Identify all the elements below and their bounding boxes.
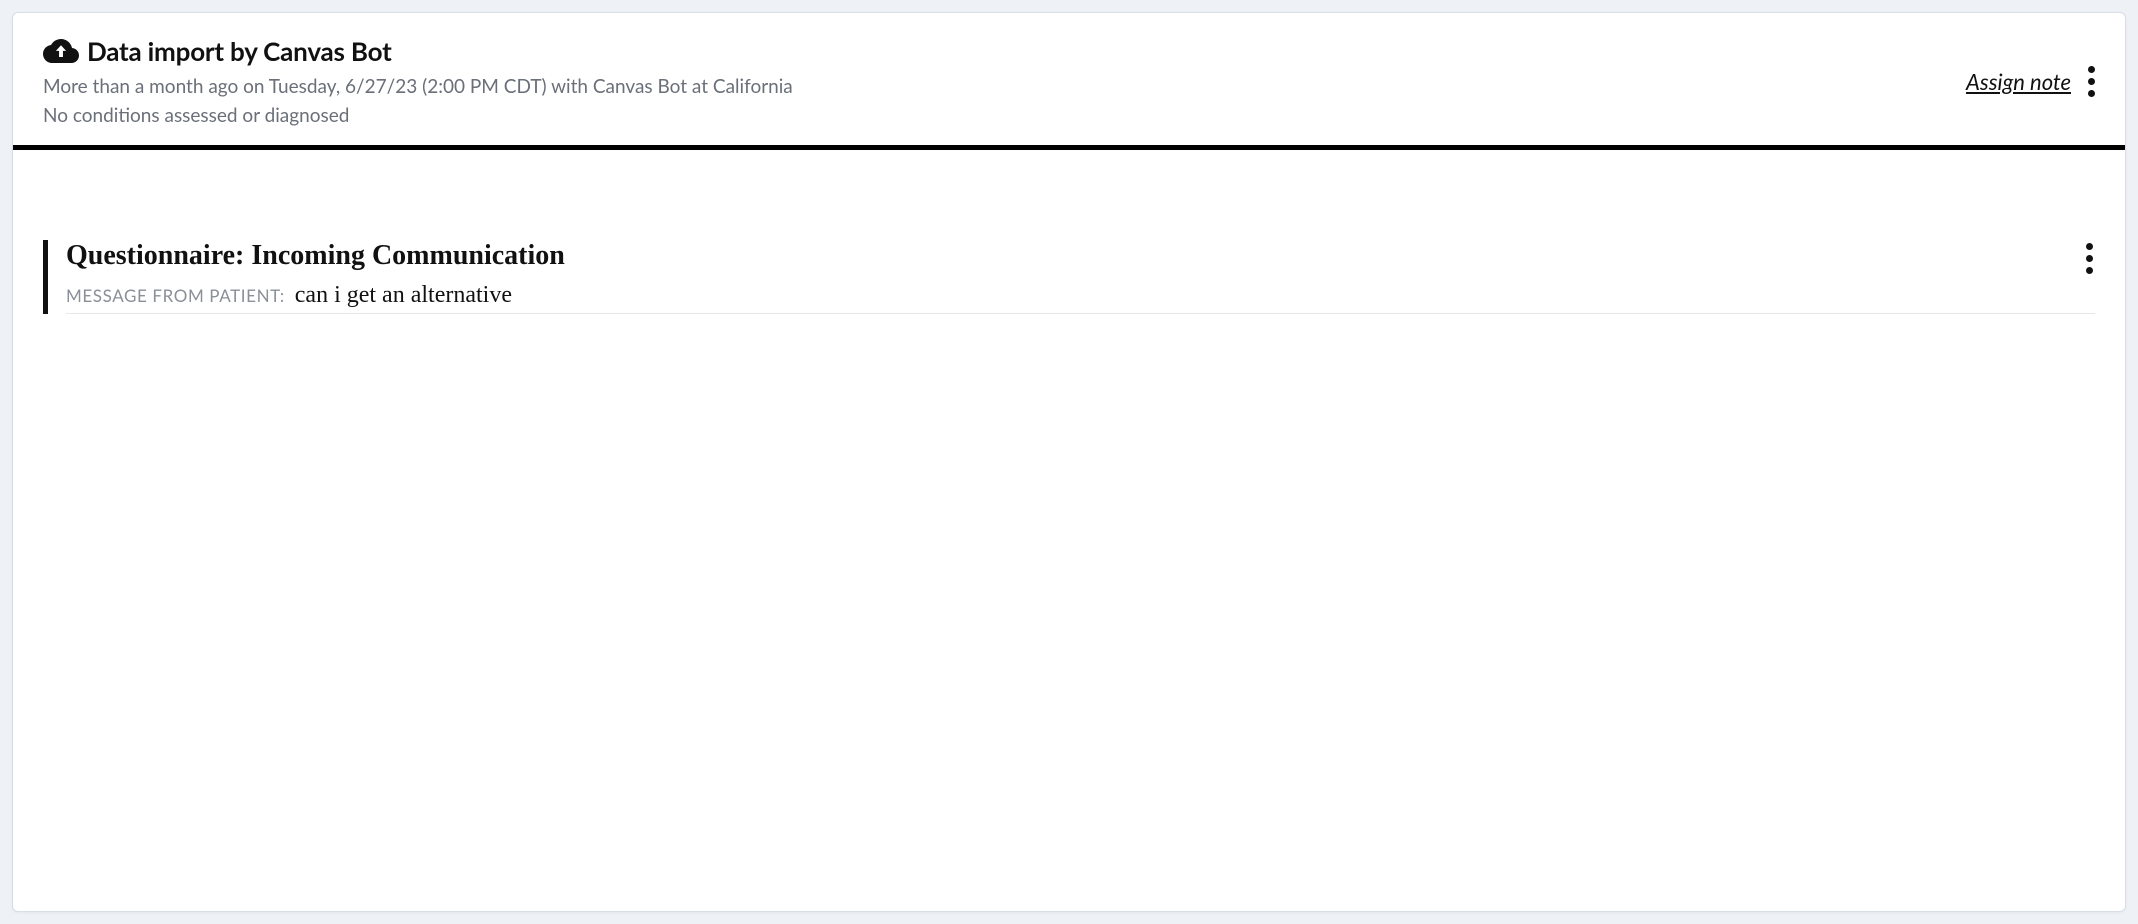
assign-note-link[interactable]: Assign note <box>1966 68 2071 95</box>
note-body: Questionnaire: Incoming Communication ME… <box>13 150 2125 344</box>
message-label: MESSAGE FROM PATIENT: <box>66 285 285 306</box>
questionnaire-entry: Questionnaire: Incoming Communication ME… <box>43 240 2095 314</box>
entry-title: Questionnaire: Incoming Communication <box>66 240 2079 272</box>
note-card: Data import by Canvas Bot More than a mo… <box>12 12 2126 912</box>
message-value: can i get an alternative <box>295 282 512 309</box>
message-row: MESSAGE FROM PATIENT: can i get an alter… <box>66 282 2095 314</box>
note-title: Data import by Canvas Bot <box>87 35 392 67</box>
header-actions: Assign note <box>1966 63 2101 99</box>
note-header: Data import by Canvas Bot More than a mo… <box>13 13 2125 145</box>
note-subtitle: More than a month ago on Tuesday, 6/27/2… <box>43 75 2095 98</box>
header-more-icon[interactable] <box>2081 63 2101 99</box>
cloud-upload-icon <box>43 37 79 65</box>
note-conditions: No conditions assessed or diagnosed <box>43 104 2095 127</box>
title-row: Data import by Canvas Bot <box>43 35 2095 67</box>
entry-more-icon[interactable] <box>2079 240 2099 276</box>
